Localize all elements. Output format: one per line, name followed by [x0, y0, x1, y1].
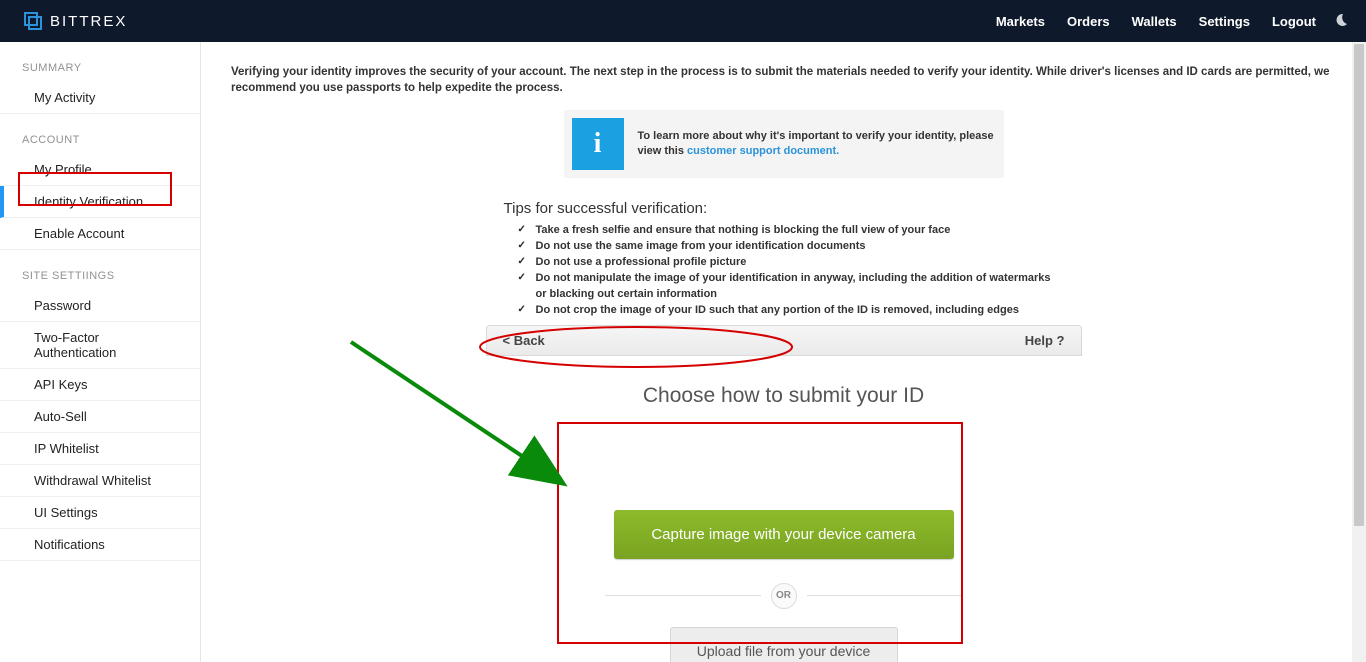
- nav-links: Markets Orders Wallets Settings Logout: [996, 14, 1316, 29]
- sidebar-group-account: ACCOUNT: [0, 128, 200, 154]
- sidebar-item-2fa[interactable]: Two-Factor Authentication: [0, 322, 200, 369]
- sidebar-item-withdrawal-whitelist[interactable]: Withdrawal Whitelist: [0, 465, 200, 497]
- nav-markets[interactable]: Markets: [996, 14, 1045, 29]
- sidebar-item-password[interactable]: Password: [0, 290, 200, 322]
- sidebar: SUMMARY My Activity ACCOUNT My Profile I…: [0, 42, 201, 662]
- tips: Tips for successful verification: Take a…: [504, 200, 1064, 319]
- top-nav: BITTREX Markets Orders Wallets Settings …: [0, 0, 1366, 42]
- choose-section: Choose how to submit your ID: [231, 384, 1336, 408]
- upload-button[interactable]: Upload file from your device: [670, 627, 898, 662]
- scrollbar-thumb[interactable]: [1354, 44, 1364, 526]
- sidebar-item-my-activity[interactable]: My Activity: [0, 82, 200, 114]
- nav-settings[interactable]: Settings: [1199, 14, 1250, 29]
- sidebar-item-ui-settings[interactable]: UI Settings: [0, 497, 200, 529]
- info-icon: i: [572, 118, 624, 170]
- or-badge: OR: [771, 583, 797, 609]
- capture-button[interactable]: Capture image with your device camera: [614, 510, 954, 559]
- help-button[interactable]: Help ?: [1025, 333, 1065, 348]
- sidebar-item-enable-account[interactable]: Enable Account: [0, 218, 200, 250]
- scrollbar[interactable]: [1352, 42, 1366, 662]
- info-box: i To learn more about why it's important…: [564, 110, 1004, 178]
- back-button[interactable]: < Back: [503, 333, 545, 348]
- submit-panel: Capture image with your device camera OR…: [587, 480, 981, 662]
- nav-orders[interactable]: Orders: [1067, 14, 1110, 29]
- tip-item: Take a fresh selfie and ensure that noth…: [522, 223, 1064, 239]
- sidebar-group-site-settings: SITE SETTIINGS: [0, 264, 200, 290]
- or-divider: OR: [605, 583, 963, 609]
- nav-wallets[interactable]: Wallets: [1132, 14, 1177, 29]
- sidebar-group-summary: SUMMARY: [0, 56, 200, 82]
- sidebar-item-my-profile[interactable]: My Profile: [0, 154, 200, 186]
- theme-toggle-icon[interactable]: [1334, 13, 1348, 30]
- nav-logout[interactable]: Logout: [1272, 14, 1316, 29]
- tips-title: Tips for successful verification:: [504, 200, 1064, 217]
- annotation-arrow: [341, 332, 591, 502]
- choose-title: Choose how to submit your ID: [643, 384, 924, 408]
- sidebar-item-identity-verification[interactable]: Identity Verification: [0, 186, 200, 218]
- sidebar-item-notifications[interactable]: Notifications: [0, 529, 200, 561]
- brand-icon: [24, 12, 42, 30]
- sidebar-item-auto-sell[interactable]: Auto-Sell: [0, 401, 200, 433]
- sidebar-item-ip-whitelist[interactable]: IP Whitelist: [0, 433, 200, 465]
- brand-label: BITTREX: [50, 13, 127, 30]
- sidebar-item-api-keys[interactable]: API Keys: [0, 369, 200, 401]
- tip-item: Do not crop the image of your ID such th…: [522, 303, 1064, 319]
- intro-text: Verifying your identity improves the sec…: [231, 64, 1336, 96]
- info-link[interactable]: customer support document.: [687, 145, 839, 157]
- brand[interactable]: BITTREX: [24, 12, 127, 30]
- tip-item: Do not manipulate the image of your iden…: [522, 271, 1064, 303]
- back-help-bar: < Back Help ?: [486, 325, 1082, 356]
- tip-item: Do not use the same image from your iden…: [522, 239, 1064, 255]
- tip-item: Do not use a professional profile pictur…: [522, 255, 1064, 271]
- content: Verifying your identity improves the sec…: [201, 42, 1366, 662]
- info-text: To learn more about why it's important t…: [638, 129, 996, 160]
